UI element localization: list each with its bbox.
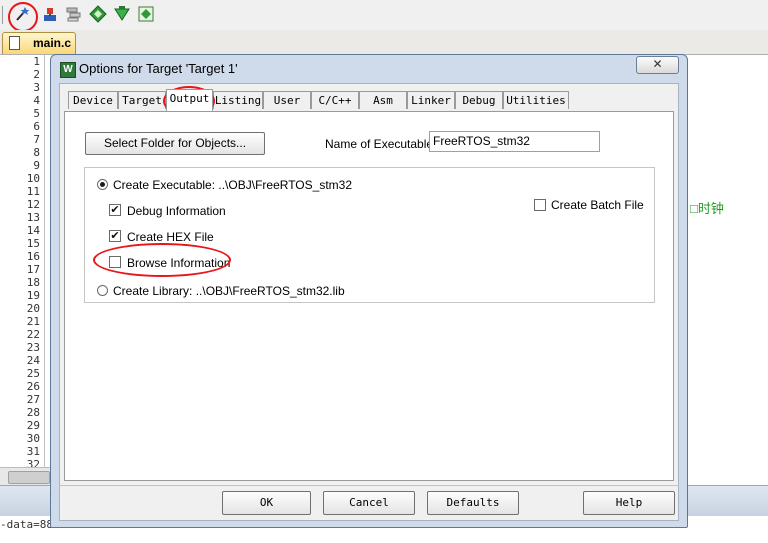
green-arrow-icon[interactable] [112,4,132,24]
dialog-title: Options for Target 'Target 1' [79,61,238,76]
options-dialog: W Options for Target 'Target 1' ✕ Device… [50,54,688,528]
scrollbar-thumb[interactable] [8,471,50,484]
editor-side-text: □时钟 [690,201,724,216]
debug-information-checkbox[interactable]: ✔ [109,204,121,216]
line-number: 24 [26,354,40,367]
line-number: 5 [33,107,40,120]
annotation-circle-wand [8,2,38,32]
line-number: 12 [26,198,40,211]
debug-information-label: Debug Information [127,204,226,218]
line-number: 8 [33,146,40,159]
tab-asm[interactable]: Asm [359,91,407,109]
help-button[interactable]: Help [583,491,675,515]
horizontal-scrollbar[interactable] [0,467,56,486]
line-number: 15 [26,237,40,250]
radio-selected-dot [100,182,105,187]
line-number: 1 [33,55,40,68]
line-number: 11 [26,185,40,198]
line-number: 14 [26,224,40,237]
keil-app-icon: W [60,62,76,78]
tab-user[interactable]: User [263,91,311,109]
stack-icon[interactable] [64,4,84,24]
line-number: 13 [26,211,40,224]
footer-divider [59,485,679,486]
line-number: 16 [26,250,40,263]
document-icon [9,36,20,50]
line-number: 27 [26,393,40,406]
line-number: 20 [26,302,40,315]
toolbar-separator [2,6,3,24]
line-number: 30 [26,432,40,445]
name-of-executable-label: Name of Executable: [325,137,437,151]
line-number-gutter: 1 2 3 4 5 6 7 8 9 10 11 12 13 14 15 16 1… [0,55,45,471]
line-number: 18 [26,276,40,289]
select-folder-button[interactable]: Select Folder for Objects... [85,132,265,155]
toolbar [0,0,768,32]
tab-c-cpp[interactable]: C/C++ [311,91,359,109]
create-batch-file-checkbox[interactable] [534,199,546,211]
line-number: 29 [26,419,40,432]
line-number: 10 [26,172,40,185]
create-hex-label: Create HEX File [127,230,214,244]
file-tab-main-c[interactable]: main.c [2,32,76,54]
name-of-executable-input[interactable]: FreeRTOS_stm32 [429,131,600,152]
line-number: 3 [33,81,40,94]
download-icon[interactable] [40,4,60,24]
line-number: 19 [26,289,40,302]
create-batch-file-label: Create Batch File [551,198,644,212]
defaults-button[interactable]: Defaults [427,491,519,515]
line-number: 28 [26,406,40,419]
line-number: 4 [33,94,40,107]
create-library-label: Create Library: ..\OBJ\FreeRTOS_stm32.li… [113,284,345,298]
editor-tab-row: main.c [0,30,768,55]
tab-utilities[interactable]: Utilities [503,91,569,109]
tab-debug[interactable]: Debug [455,91,503,109]
line-number: 23 [26,341,40,354]
tab-linker[interactable]: Linker [407,91,455,109]
create-executable-radio[interactable] [97,179,108,190]
options-icon[interactable] [136,4,156,24]
line-number: 9 [33,159,40,172]
annotation-circle-browse-information [93,243,231,277]
line-number: 31 [26,445,40,458]
file-tab-label: main.c [33,36,72,50]
line-number: 17 [26,263,40,276]
cancel-button[interactable]: Cancel [323,491,415,515]
create-library-radio[interactable] [97,285,108,296]
line-number: 22 [26,328,40,341]
line-number: 21 [26,315,40,328]
create-hex-checkbox[interactable]: ✔ [109,230,121,242]
tab-listing[interactable]: Listing [213,91,263,109]
close-button[interactable]: ✕ [636,56,679,74]
create-executable-label: Create Executable: ..\OBJ\FreeRTOS_stm32 [113,178,352,192]
line-number: 6 [33,120,40,133]
tab-output[interactable]: Output [166,89,213,111]
line-number: 26 [26,380,40,393]
green-diamond-icon[interactable] [88,4,108,24]
line-number: 2 [33,68,40,81]
line-number: 7 [33,133,40,146]
ok-button[interactable]: OK [222,491,311,515]
line-number: 25 [26,367,40,380]
tab-target[interactable]: Target [118,91,166,109]
tab-device[interactable]: Device [68,91,118,109]
